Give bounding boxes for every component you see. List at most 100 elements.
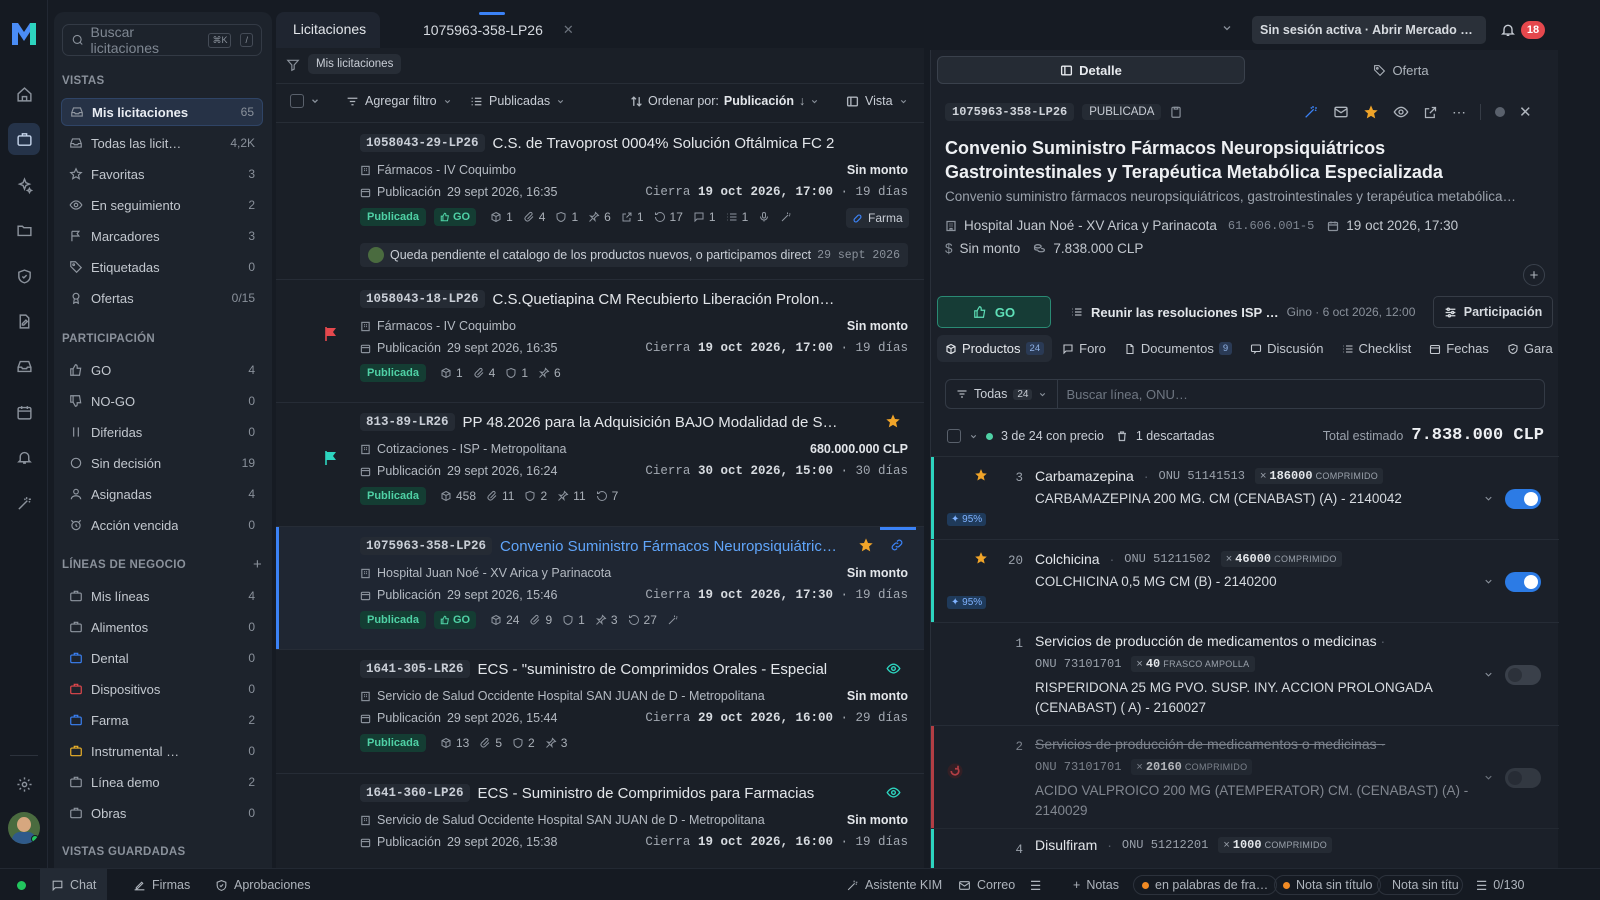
- licitacion-card[interactable]: 1058043-18-LP26 C.S.Quetiapina CM Recubi…: [276, 280, 924, 403]
- star-icon[interactable]: [858, 537, 874, 553]
- chevron-down-icon[interactable]: [1221, 22, 1233, 34]
- tab-fechas[interactable]: Fechas: [1421, 335, 1497, 362]
- mail-button[interactable]: Correo: [958, 869, 1015, 900]
- sidebar-item-asignadas[interactable]: Asignadas 4: [61, 480, 263, 508]
- include-toggle[interactable]: [1505, 665, 1541, 685]
- app-logo[interactable]: [8, 18, 40, 50]
- sort-button[interactable]: Ordenar por: Publicación ↓: [630, 94, 819, 108]
- sidebar-item-ofertas[interactable]: Ofertas 0/15: [61, 284, 263, 312]
- star-icon[interactable]: [885, 413, 901, 429]
- chevron-down-icon[interactable]: [1483, 772, 1494, 783]
- product-row[interactable]: 4 Disulfiram · ONU 51212201 × 1000 COMPRIM…: [931, 829, 1559, 869]
- sidebar-item-linea-demo[interactable]: Línea demo 2: [61, 768, 263, 796]
- sidebar-item-dispositivos[interactable]: Dispositivos 0: [61, 675, 263, 703]
- magic-wand-icon[interactable]: [8, 487, 40, 519]
- sidebar-item-no-go[interactable]: NO-GO 0: [61, 387, 263, 415]
- add-icon[interactable]: +: [1523, 264, 1545, 286]
- clipboard-icon[interactable]: [1169, 105, 1183, 119]
- notes-button[interactable]: + Notas: [1073, 869, 1119, 900]
- firmas-button[interactable]: Firmas: [133, 869, 190, 900]
- avatar[interactable]: [8, 812, 40, 844]
- product-search-input[interactable]: Buscar línea, ONU…: [1058, 387, 1187, 402]
- chat-button[interactable]: Chat: [40, 869, 107, 900]
- restore-icon[interactable]: [946, 762, 964, 780]
- tab-productos[interactable]: Productos 24: [937, 335, 1053, 362]
- product-row[interactable]: ✦ 95% 20 Colchicina · ONU 51211502 × 46000…: [931, 540, 1559, 623]
- note-chip[interactable]: Nota sin títu: [1377, 875, 1463, 895]
- flag-icon[interactable]: [325, 451, 337, 465]
- line-tag[interactable]: Farma: [846, 208, 909, 228]
- task-row[interactable]: Reunir las resoluciones ISP … Gino · 6 o…: [1071, 296, 1415, 328]
- more-options-icon[interactable]: ⋯: [1452, 104, 1466, 121]
- active-filter-chip[interactable]: Mis licitaciones: [308, 54, 402, 74]
- tab-discusion[interactable]: Discusión: [1242, 335, 1331, 362]
- licitacion-card[interactable]: 1641-360-LP26 ECS - Suministro de Compri…: [276, 774, 924, 874]
- add-line-icon[interactable]: +: [253, 556, 262, 573]
- star-icon[interactable]: [974, 551, 988, 565]
- sidebar-item-etiquetadas[interactable]: Etiquetadas 0: [61, 253, 263, 281]
- tab-licitaciones[interactable]: Licitaciones: [276, 12, 380, 48]
- sidebar-item-instrumental[interactable]: Instrumental … 0: [61, 737, 263, 765]
- chevron-down-icon[interactable]: [1483, 493, 1494, 504]
- include-toggle[interactable]: [1505, 768, 1541, 788]
- chevron-down-icon[interactable]: [1483, 669, 1494, 680]
- document-edit-icon[interactable]: [8, 305, 40, 337]
- add-filter-button[interactable]: Agregar filtro: [346, 94, 452, 108]
- published-filter-button[interactable]: Publicadas: [470, 94, 565, 108]
- eye-icon[interactable]: [886, 661, 901, 676]
- bell-icon[interactable]: [8, 441, 40, 473]
- licitacion-card[interactable]: 1641-305-LR26 ECS - "suministro de Compr…: [276, 650, 924, 774]
- calendar-icon[interactable]: [8, 396, 40, 428]
- latest-comment[interactable]: Queda pendiente el catalogo de los produ…: [360, 243, 908, 267]
- chevron-down-icon[interactable]: [969, 432, 978, 441]
- include-toggle[interactable]: [1505, 572, 1541, 592]
- briefcase-icon[interactable]: [8, 123, 40, 155]
- filter-icon[interactable]: [286, 58, 300, 72]
- sidebar-item-obras[interactable]: Obras 0: [61, 799, 263, 827]
- shield-icon[interactable]: [8, 260, 40, 292]
- tab-garantia[interactable]: Garantía: [1499, 335, 1553, 362]
- sparkles-icon[interactable]: [8, 169, 40, 201]
- sidebar-item-farma[interactable]: Farma 2: [61, 706, 263, 734]
- inbox-icon[interactable]: [8, 350, 40, 382]
- product-row[interactable]: 1 Servicios de producción de medicamentos…: [931, 623, 1559, 726]
- kim-assistant-button[interactable]: Asistente KIM: [846, 869, 942, 900]
- tab-foro[interactable]: Foro: [1054, 335, 1114, 362]
- link-icon[interactable]: [890, 538, 904, 552]
- tab-detail-doc[interactable]: 1075963-358-LP26 ✕: [395, 12, 580, 48]
- status-dot-icon[interactable]: [1495, 107, 1505, 117]
- settings-icon[interactable]: [8, 768, 40, 800]
- session-button[interactable]: Sin sesión activa · Abrir Mercado …: [1252, 16, 1486, 44]
- sidebar-item-en-seguimiento[interactable]: En seguimiento 2: [61, 191, 263, 219]
- select-all-checkbox[interactable]: [290, 94, 320, 108]
- sidebar-item-dental[interactable]: Dental 0: [61, 644, 263, 672]
- product-row[interactable]: ✦ 95% 3 Carbamazepina · ONU 51141513 × 186…: [931, 457, 1559, 540]
- sidebar-item-mis-licitaciones[interactable]: Mis licitaciones 65: [61, 98, 263, 126]
- sidebar-item-sin-decision[interactable]: Sin decisión 19: [61, 449, 263, 477]
- tab-documentos[interactable]: Documentos 9: [1116, 335, 1240, 362]
- close-icon[interactable]: ✕: [1519, 103, 1532, 121]
- sidebar-item-todas-las-licit[interactable]: Todas las licit… 4,2K: [61, 129, 263, 157]
- close-tab-icon[interactable]: ✕: [563, 22, 574, 38]
- sidebar-item-diferidas[interactable]: Diferidas 0: [61, 418, 263, 446]
- sidebar-item-marcadores[interactable]: Marcadores 3: [61, 222, 263, 250]
- go-button[interactable]: GO: [937, 296, 1051, 328]
- tab-oferta[interactable]: Oferta: [1249, 56, 1553, 84]
- note-chip[interactable]: Nota sin título: [1274, 875, 1382, 895]
- eye-icon[interactable]: [1393, 104, 1409, 120]
- external-link-icon[interactable]: [1423, 105, 1438, 120]
- folder-icon[interactable]: [8, 214, 40, 246]
- notifications-bell-icon[interactable]: [1500, 22, 1516, 38]
- star-icon[interactable]: [1363, 104, 1379, 120]
- product-row[interactable]: 2 Servicios de producción de medicamentos…: [931, 726, 1559, 829]
- sidebar-item-alimentos[interactable]: Alimentos 0: [61, 613, 263, 641]
- flag-icon[interactable]: [325, 327, 337, 341]
- mail-icon[interactable]: [1333, 104, 1349, 120]
- home-icon[interactable]: [8, 78, 40, 110]
- menu-icon[interactable]: ☰: [1030, 869, 1041, 900]
- licitacion-card[interactable]: 813-89-LR26 PP 48.2026 para la Adquisici…: [276, 403, 924, 527]
- participation-button[interactable]: Participación: [1433, 296, 1553, 328]
- include-toggle[interactable]: [1505, 489, 1541, 509]
- search-input[interactable]: Buscar licitaciones ⌘K /: [62, 24, 262, 56]
- product-filter-select[interactable]: Todas 24: [946, 380, 1059, 408]
